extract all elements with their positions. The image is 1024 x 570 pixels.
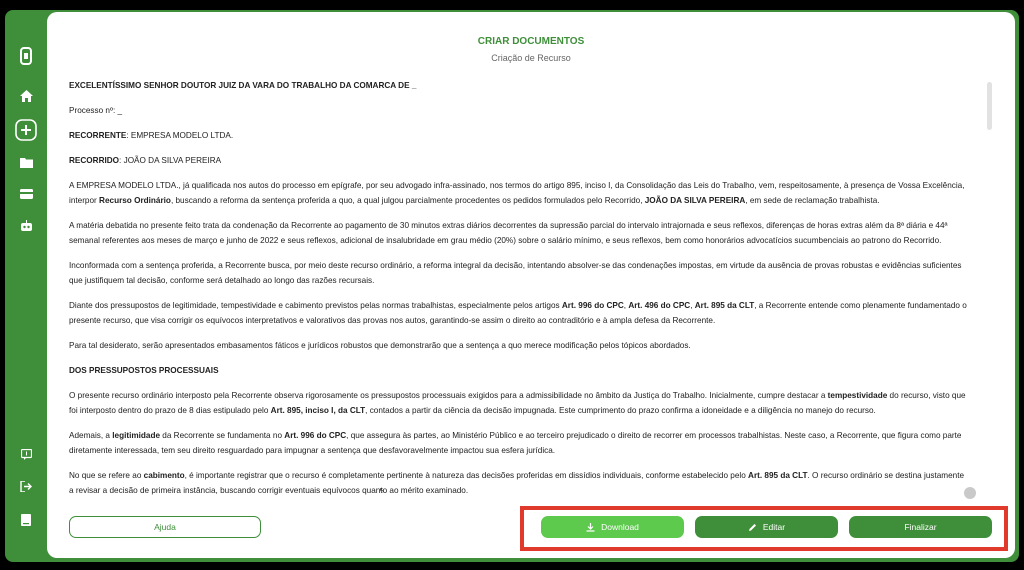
scroll-indicator[interactable] bbox=[964, 487, 976, 499]
download-label: Download bbox=[601, 522, 639, 532]
folder-icon[interactable] bbox=[10, 148, 42, 176]
edit-button[interactable]: Editar bbox=[695, 516, 838, 538]
chat-icon[interactable] bbox=[10, 440, 42, 468]
robot-icon[interactable] bbox=[10, 212, 42, 240]
home-icon[interactable] bbox=[10, 82, 42, 110]
download-button[interactable]: Download bbox=[541, 516, 684, 538]
doc-section-heading: DOS PRESSUPOSTOS PROCESSUAIS bbox=[69, 366, 219, 375]
doc-process-number: Processo nº: _ bbox=[69, 106, 123, 115]
phone-icon[interactable] bbox=[10, 42, 42, 70]
pencil-icon bbox=[748, 523, 756, 531]
finish-button[interactable]: Finalizar bbox=[849, 516, 992, 538]
help-button[interactable]: Ajuda bbox=[69, 516, 261, 538]
doc-paragraph: O presente recurso ordinário interposto … bbox=[69, 391, 966, 415]
doc-appellee: RECORRIDO: JOÃO DA SILVA PEREIRA bbox=[69, 156, 222, 165]
doc-paragraph: Diante dos pressupostos de legitimidade,… bbox=[69, 301, 967, 325]
mouse-cursor-icon: ↖ bbox=[379, 486, 386, 495]
edit-label: Editar bbox=[762, 522, 786, 532]
book-icon[interactable] bbox=[10, 506, 42, 534]
doc-paragraph: Para tal desiderato, serão apresentados … bbox=[69, 341, 691, 350]
logout-icon[interactable] bbox=[10, 472, 42, 500]
plus-icon[interactable] bbox=[10, 116, 42, 144]
doc-paragraph: A matéria debatida no presente feito tra… bbox=[69, 221, 948, 245]
doc-paragraph: No que se refere ao cabimento, é importa… bbox=[69, 471, 965, 495]
app-frame: CRIAR DOCUMENTOS Criação de Recurso EXCE… bbox=[5, 10, 1019, 562]
document-content: EXCELENTÍSSIMO SENHOR DOUTOR JUIZ DA VAR… bbox=[69, 78, 969, 498]
doc-paragraph: Inconformada com a sentença proferida, a… bbox=[69, 261, 962, 285]
scrollbar-thumb[interactable] bbox=[987, 82, 992, 130]
main-panel: CRIAR DOCUMENTOS Criação de Recurso EXCE… bbox=[47, 12, 1015, 558]
help-label: Ajuda bbox=[154, 522, 176, 532]
finish-label: Finalizar bbox=[904, 522, 937, 532]
page-title: CRIAR DOCUMENTOS bbox=[477, 36, 585, 47]
sidebar bbox=[5, 10, 47, 562]
page-subtitle: Criação de Recurso bbox=[491, 53, 571, 63]
doc-salutation: EXCELENTÍSSIMO SENHOR DOUTOR JUIZ DA VAR… bbox=[69, 81, 417, 90]
download-icon bbox=[586, 522, 595, 532]
card-icon[interactable] bbox=[10, 180, 42, 208]
doc-appellant: RECORRENTE: EMPRESA MODELO LTDA. bbox=[69, 131, 234, 140]
doc-paragraph: A EMPRESA MODELO LTDA., já qualificada n… bbox=[69, 181, 965, 205]
doc-paragraph: Ademais, a legitimidade da Recorrente se… bbox=[69, 431, 962, 455]
